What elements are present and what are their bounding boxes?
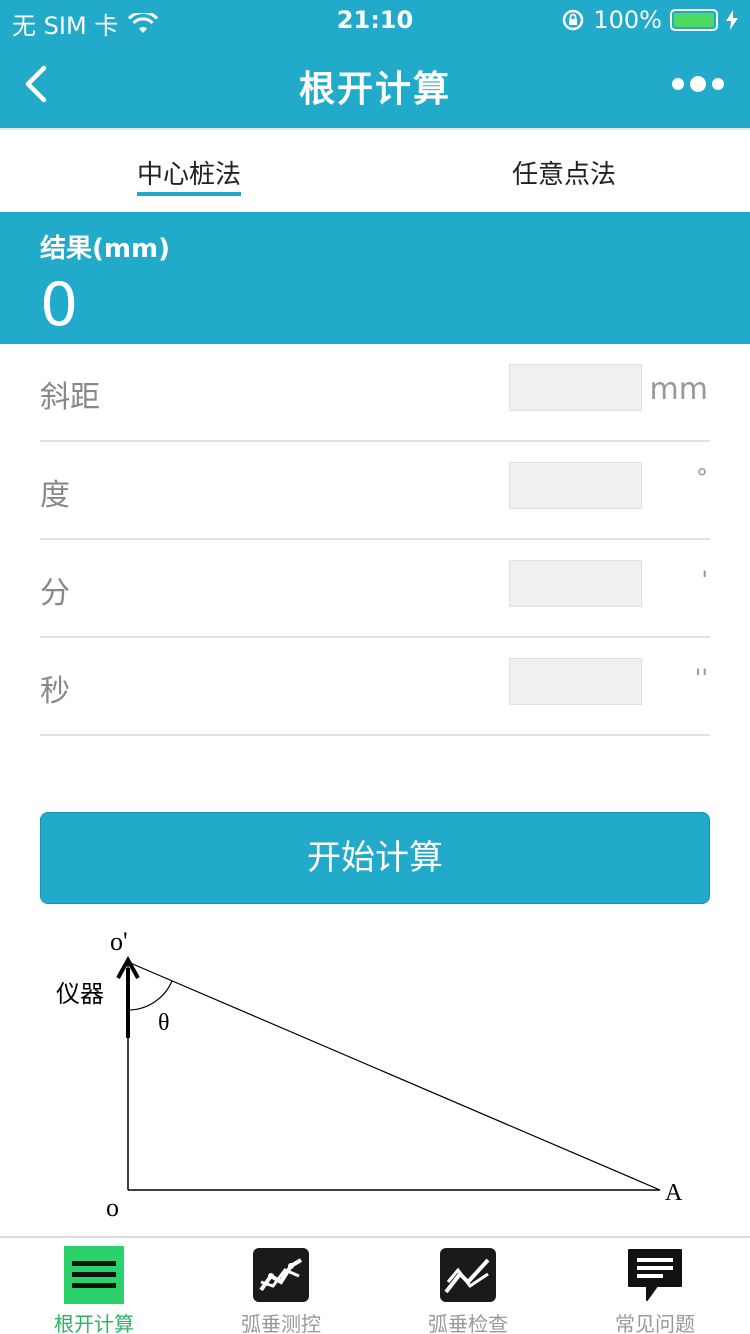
row-label: 度 [40, 478, 70, 513]
instrument-label: 仪器 [56, 980, 104, 1008]
battery-percent: 100% [593, 6, 662, 34]
row-degrees: 度 ° [40, 442, 710, 540]
bottom-tab-label: 弧垂检查 [428, 1312, 508, 1334]
bottom-tab-label: 弧垂测控 [241, 1312, 321, 1334]
bottom-tab-label: 常见问题 [615, 1312, 695, 1334]
status-right: 100% [561, 6, 738, 34]
page-title: 根开计算 [298, 69, 451, 110]
row-label: 秒 [40, 674, 70, 709]
origin-label: o [106, 1193, 119, 1222]
bottom-tab-label: 根开计算 [54, 1312, 134, 1334]
row-seconds: 秒 '' [40, 638, 710, 736]
nav-bar: 根开计算 [0, 40, 750, 128]
slant-distance-input[interactable] [509, 364, 642, 411]
active-tab-indicator [137, 192, 242, 196]
row-label: 分 [40, 576, 70, 611]
slant-line [127, 961, 661, 1191]
row-unit: '' [694, 664, 708, 692]
degrees-input[interactable] [509, 462, 642, 509]
result-panel: 结果(mm) 0 [0, 212, 750, 344]
start-calculation-button[interactable]: 开始计算 [40, 812, 710, 904]
row-minutes: 分 ' [40, 540, 710, 638]
angle-arc [127, 980, 173, 1011]
row-unit: ' [701, 566, 708, 594]
result-label: 结果(mm) [40, 234, 170, 264]
bottom-tab-bar: 根开计算 弧垂测控 弧垂检查 常见问题 [0, 1236, 750, 1334]
charging-icon [726, 10, 738, 30]
tab-center-stake[interactable]: 中心桩法 [137, 154, 242, 196]
chart-icon [253, 1248, 309, 1302]
minutes-input[interactable] [509, 560, 642, 607]
bottom-tab-root-spacing[interactable]: 根开计算 [34, 1246, 154, 1334]
row-unit: mm [649, 372, 708, 407]
more-icon[interactable] [672, 76, 724, 92]
bottom-tab-faq[interactable]: 常见问题 [595, 1246, 715, 1334]
rotation-lock-icon [563, 9, 584, 31]
point-a-label: A [665, 1180, 683, 1206]
status-bar: 无 SIM 卡 21:10 100% [0, 0, 750, 40]
bottom-tab-sag-control[interactable]: 弧垂测控 [221, 1246, 341, 1334]
chart-check-icon [440, 1248, 496, 1302]
row-label: 斜距 [40, 380, 100, 415]
seconds-input[interactable] [509, 658, 642, 705]
top-bar: 无 SIM 卡 21:10 100% 根开计算 [0, 0, 750, 128]
bottom-tab-sag-check[interactable]: 弧垂检查 [408, 1246, 528, 1334]
menu-icon [64, 1246, 124, 1304]
row-slant-distance: 斜距 mm [40, 344, 710, 442]
tab-label: 任意点法 [512, 160, 617, 190]
top-point-label: o' [110, 927, 128, 956]
battery-icon [670, 9, 718, 31]
method-tabs: 中心桩法 任意点法 [0, 128, 750, 212]
tab-label: 中心桩法 [137, 160, 242, 190]
geometry-diagram: o' 仪器 θ o A [56, 927, 683, 1222]
row-unit: ° [696, 464, 708, 492]
result-value: 0 [40, 270, 79, 340]
tab-any-point[interactable]: 任意点法 [512, 154, 616, 191]
angle-label: θ [158, 1010, 170, 1036]
chat-icon [628, 1249, 682, 1301]
